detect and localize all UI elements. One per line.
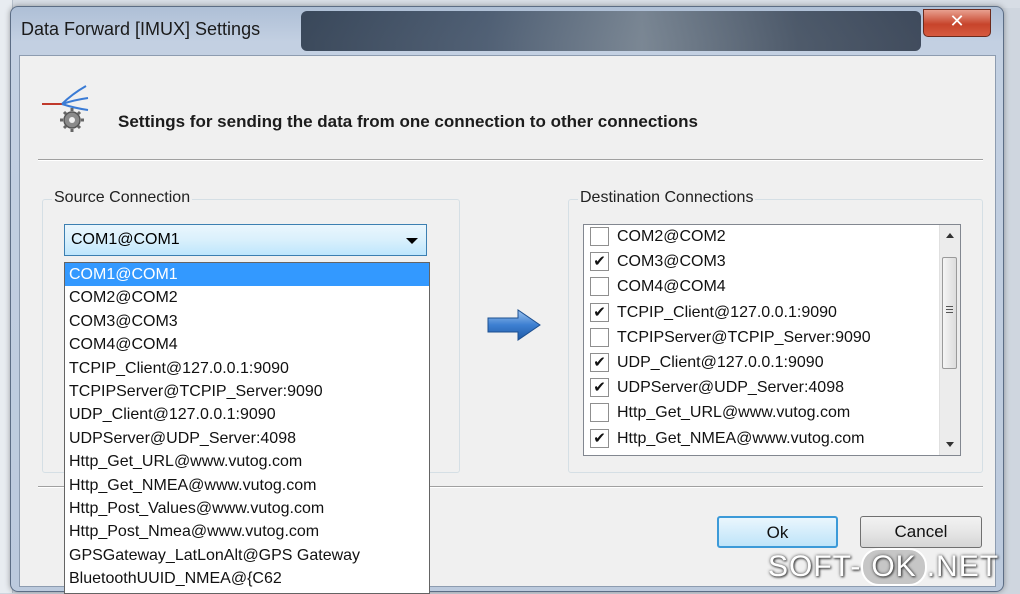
destination-item[interactable]: ✔ COM3@COM3 (584, 250, 960, 275)
checkbox-unchecked[interactable] (590, 277, 609, 297)
source-option[interactable]: COM2@COM2 (65, 286, 429, 309)
title-bar[interactable]: Data Forward [IMUX] Settings ✕ (11, 7, 1003, 55)
checkbox-checked[interactable]: ✔ (590, 352, 609, 372)
destination-item[interactable]: COM2@COM2 (584, 225, 960, 250)
destination-item-label: Http_Get_NMEA@www.vutog.com (617, 429, 865, 447)
checkbox-unchecked[interactable] (590, 403, 609, 423)
source-option[interactable]: TCPIP_Client@127.0.0.1:9090 (65, 357, 429, 380)
grip-icon (946, 306, 953, 307)
checkbox-checked[interactable]: ✔ (590, 252, 609, 272)
checkbox-unchecked[interactable] (590, 227, 609, 246)
destination-item[interactable]: Http_Get_URL@www.vutog.com (584, 401, 960, 426)
chevron-down-icon[interactable] (406, 238, 418, 244)
source-dropdown-list[interactable]: COM1@COM1 COM2@COM2 COM3@COM3 COM4@COM4 TCPI… (64, 262, 430, 594)
window-title: Data Forward [IMUX] Settings (21, 19, 261, 39)
destination-items: COM2@COM2 ✔ COM3@COM3 COM4@COM4 ✔ TCPIP_Clien… (584, 225, 960, 452)
source-option[interactable]: UDPServer@UDP_Server:4098 (65, 427, 429, 450)
ok-button[interactable]: Ok (717, 516, 838, 548)
source-option[interactable]: Http_Get_NMEA@www.vutog.com (65, 474, 429, 497)
destination-item[interactable]: ✔ Http_Get_NMEA@www.vutog.com (584, 427, 960, 452)
source-connection-select[interactable]: COM1@COM1 (64, 224, 427, 256)
destination-item[interactable]: ✔ TCPIP_Client@127.0.0.1:9090 (584, 301, 960, 326)
destination-item-label: TCPIP_Client@127.0.0.1:9090 (617, 303, 837, 321)
destination-item-label: COM3@COM3 (617, 253, 726, 271)
scroll-down-icon[interactable] (946, 442, 954, 447)
source-option[interactable]: Http_Post_Values@www.vutog.com (65, 497, 429, 520)
destination-item[interactable]: ✔ UDP_Client@127.0.0.1:9090 (584, 351, 960, 376)
source-option[interactable]: UDP_Client@127.0.0.1:9090 (65, 403, 429, 426)
destination-item[interactable]: COM4@COM4 (584, 275, 960, 300)
destination-item-label: COM2@COM2 (617, 228, 726, 245)
source-option[interactable]: COM1@COM1 (65, 263, 429, 287)
close-button[interactable]: ✕ (923, 9, 991, 37)
forward-gear-icon (42, 85, 89, 132)
destination-item[interactable]: TCPIPServer@TCPIP_Server:9090 (584, 326, 960, 351)
source-selected-value: COM1@COM1 (71, 231, 180, 248)
source-option[interactable]: Http_Post_Nmea@www.vutog.com (65, 520, 429, 543)
watermark-ok: OK (861, 548, 927, 586)
watermark-prefix: SOFT- (768, 550, 862, 583)
scroll-up-icon[interactable] (946, 233, 954, 238)
source-option[interactable]: BluetoothUUID_NMEA@{C62 (65, 567, 429, 590)
destination-scrollbar[interactable] (939, 225, 960, 455)
checkbox-unchecked[interactable] (590, 327, 609, 347)
cancel-button[interactable]: Cancel (860, 516, 982, 548)
title-bar-glass (301, 11, 921, 51)
source-option[interactable]: COM3@COM3 (65, 310, 429, 333)
destination-item[interactable]: ✔ UDPServer@UDP_Server:4098 (584, 376, 960, 401)
watermark-suffix: .NET (926, 550, 1000, 583)
header-description: Settings for sending the data from one c… (118, 112, 698, 131)
source-option[interactable]: COM4@COM4 (65, 333, 429, 356)
destination-item-label: UDPServer@UDP_Server:4098 (617, 379, 844, 397)
destination-item-label: COM4@COM4 (617, 278, 726, 296)
destination-item-label: UDP_Client@127.0.0.1:9090 (617, 353, 824, 371)
header-divider (38, 159, 983, 161)
destination-group-label: Destination Connections (578, 189, 756, 207)
checkbox-checked[interactable]: ✔ (590, 428, 609, 448)
destination-item-label: Http_Get_URL@www.vutog.com (617, 404, 851, 422)
checkbox-checked[interactable]: ✔ (590, 378, 609, 398)
destination-item-label: TCPIPServer@TCPIP_Server:9090 (617, 328, 871, 346)
dialog-window: Data Forward [IMUX] Settings ✕ Settings … (10, 6, 1004, 594)
scroll-thumb[interactable] (942, 257, 957, 369)
checkbox-checked[interactable]: ✔ (590, 302, 609, 322)
arrow-right-icon (487, 309, 541, 341)
source-option[interactable]: GPSGateway_LatLonAlt@GPS Gateway (65, 544, 429, 567)
source-option[interactable]: Http_Get_URL@www.vutog.com (65, 450, 429, 473)
dialog-body: Settings for sending the data from one c… (19, 55, 996, 594)
destination-checklist[interactable]: COM2@COM2 ✔ COM3@COM3 COM4@COM4 ✔ TCPIP_Clien… (583, 224, 961, 456)
source-option[interactable]: TCPIPServer@TCPIP_Server:9090 (65, 380, 429, 403)
watermark: SOFT- OK .NET (768, 548, 999, 586)
source-group-label: Source Connection (52, 189, 193, 207)
close-icon: ✕ (949, 11, 965, 32)
